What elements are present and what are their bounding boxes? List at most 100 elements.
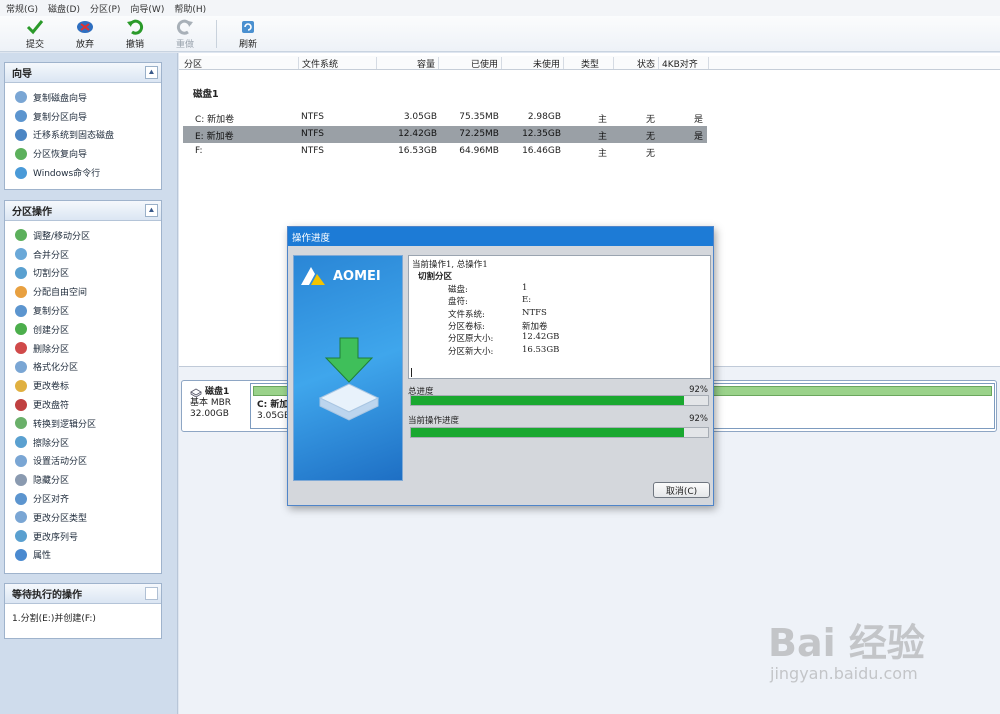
download-disk-icon bbox=[318, 337, 380, 421]
col-4k-align[interactable]: 4KB对齐 bbox=[659, 57, 709, 70]
pending-panel-header: 等待执行的操作 bbox=[5, 584, 161, 604]
log-value: 新加卷 bbox=[522, 321, 548, 332]
discard-button[interactable]: 放弃 bbox=[60, 16, 110, 52]
baidu-watermark-url: jingyan.baidu.com bbox=[770, 664, 918, 683]
split-icon bbox=[15, 266, 27, 279]
cell-status: 无 bbox=[646, 132, 656, 142]
op-label: 隐藏分区 bbox=[33, 476, 70, 487]
table-row[interactable]: F: NTFS 16.53GB 64.96MB 16.46GB 主 无 bbox=[183, 143, 707, 160]
serial-icon bbox=[15, 530, 27, 543]
refresh-button[interactable]: 刷新 bbox=[223, 16, 273, 52]
op-change-serial[interactable]: 更改序列号 bbox=[5, 527, 161, 546]
cancel-button[interactable]: 取消(C) bbox=[653, 482, 710, 498]
op-split[interactable]: 切割分区 bbox=[5, 264, 161, 283]
op-delete[interactable]: 删除分区 bbox=[5, 339, 161, 358]
commit-label: 提交 bbox=[25, 40, 44, 50]
redo-button[interactable]: 重做 bbox=[160, 16, 210, 52]
menu-help[interactable]: 帮助(H) bbox=[174, 2, 206, 15]
wizard-item-partition-recovery[interactable]: 分区恢复向导 bbox=[5, 144, 161, 163]
wizard-item-copy-partition[interactable]: 复制分区向导 bbox=[5, 107, 161, 126]
op-hide[interactable]: 隐藏分区 bbox=[5, 470, 161, 489]
collapse-icon[interactable] bbox=[145, 587, 158, 600]
op-format[interactable]: 格式化分区 bbox=[5, 358, 161, 377]
aomei-logo-icon bbox=[301, 267, 325, 285]
wizard-panel-header: 向导 ⯅ bbox=[5, 63, 161, 83]
col-filesystem[interactable]: 文件系统 bbox=[299, 57, 377, 70]
menu-partition[interactable]: 分区(P) bbox=[90, 2, 120, 15]
cell-type: 主 bbox=[598, 149, 608, 159]
cell-fs: NTFS bbox=[301, 146, 324, 156]
hide-icon bbox=[15, 473, 27, 486]
table-row-selected[interactable]: E: 新加卷 NTFS 12.42GB 72.25MB 12.35GB 主 无 … bbox=[183, 126, 707, 143]
op-wipe[interactable]: 擦除分区 bbox=[5, 433, 161, 452]
op-label: 格式化分区 bbox=[33, 363, 79, 374]
redo-icon bbox=[176, 19, 193, 35]
col-type[interactable]: 类型 bbox=[564, 57, 614, 70]
type-icon bbox=[15, 511, 27, 524]
pending-item[interactable]: 1.分割(E:)并创建(F:) bbox=[5, 604, 161, 624]
wizard-item-migrate-ssd[interactable]: 迁移系统到固态磁盘 bbox=[5, 126, 161, 145]
log-value: 12.42GB bbox=[522, 332, 560, 343]
collapse-icon[interactable]: ⯅ bbox=[145, 66, 158, 79]
op-resize-move[interactable]: 调整/移动分区 bbox=[5, 226, 161, 245]
disk-name: 磁盘1 bbox=[205, 387, 230, 397]
table-row[interactable]: C: 新加卷 NTFS 3.05GB 75.35MB 2.98GB 主 无 是 bbox=[183, 109, 707, 126]
op-allocate-free[interactable]: 分配自由空间 bbox=[5, 282, 161, 301]
op-label: 删除分区 bbox=[33, 344, 70, 355]
ops-panel-title: 分区操作 bbox=[12, 207, 52, 218]
partition-block-text: C: 新加 3.05GB bbox=[257, 400, 290, 422]
menu-general[interactable]: 常规(G) bbox=[6, 2, 38, 15]
op-label: 转换到逻辑分区 bbox=[33, 419, 97, 430]
properties-icon bbox=[15, 548, 27, 561]
op-align[interactable]: 分区对齐 bbox=[5, 489, 161, 508]
col-partition[interactable]: 分区 bbox=[181, 57, 299, 70]
wizard-panel-title: 向导 bbox=[12, 69, 32, 80]
undo-button[interactable]: 撤销 bbox=[110, 16, 160, 52]
toolbar: 提交 放弃 撤销 重做 刷新 bbox=[0, 16, 1000, 52]
col-used[interactable]: 已使用 bbox=[439, 57, 502, 70]
cell-capacity: 16.53GB bbox=[398, 146, 437, 156]
op-change-label[interactable]: 更改卷标 bbox=[5, 376, 161, 395]
op-change-type[interactable]: 更改分区类型 bbox=[5, 508, 161, 527]
wizard-item-label: Windows命令行 bbox=[33, 169, 101, 180]
op-change-letter[interactable]: 更改盘符 bbox=[5, 395, 161, 414]
disk-info: 磁盘1 基本 MBR 32.00GB bbox=[190, 387, 231, 420]
commit-button[interactable]: 提交 bbox=[10, 16, 60, 52]
menu-disk[interactable]: 磁盘(D) bbox=[48, 2, 80, 15]
op-label: 更改分区类型 bbox=[33, 513, 88, 524]
op-create[interactable]: 创建分区 bbox=[5, 320, 161, 339]
recovery-icon bbox=[15, 147, 27, 160]
col-capacity[interactable]: 容量 bbox=[377, 57, 439, 70]
wizard-item-windows-cmd[interactable]: Windows命令行 bbox=[5, 163, 161, 182]
op-label: 擦除分区 bbox=[33, 438, 70, 449]
current-progress-bar bbox=[410, 427, 709, 438]
menu-wizard[interactable]: 向导(W) bbox=[130, 2, 164, 15]
current-progress-percent: 92% bbox=[689, 414, 708, 424]
col-free[interactable]: 未使用 bbox=[502, 57, 564, 70]
op-copy-partition[interactable]: 复制分区 bbox=[5, 301, 161, 320]
partition-table-header: 分区 文件系统 容量 已使用 未使用 类型 状态 4KB对齐 bbox=[179, 56, 1000, 70]
op-label: 切割分区 bbox=[33, 269, 70, 280]
operation-log: 当前操作1, 总操作1 切割分区 磁盘: 1 盘符: E: 文件系统: NTFS 分区… bbox=[408, 255, 711, 379]
aomei-logo: AOMEI bbox=[299, 265, 381, 287]
sidebar: 向导 ⯅ 复制磁盘向导 复制分区向导 迁移系统到固态磁盘 分区恢复向导 Wind… bbox=[0, 53, 178, 714]
wizard-item-copy-disk[interactable]: 复制磁盘向导 bbox=[5, 88, 161, 107]
op-label: 更改盘符 bbox=[33, 401, 70, 412]
op-label: 调整/移动分区 bbox=[33, 231, 91, 242]
op-convert-logical[interactable]: 转换到逻辑分区 bbox=[5, 414, 161, 433]
wizard-item-label: 分区恢复向导 bbox=[33, 150, 88, 161]
disk-copy-icon bbox=[15, 91, 27, 104]
log-kv-row: 分区原大小: 12.42GB bbox=[412, 332, 707, 344]
op-set-active[interactable]: 设置活动分区 bbox=[5, 452, 161, 471]
op-properties[interactable]: 属性 bbox=[5, 546, 161, 565]
redo-label: 重做 bbox=[175, 40, 194, 50]
wipe-icon bbox=[15, 436, 27, 449]
resize-icon bbox=[15, 229, 27, 242]
collapse-icon[interactable]: ⯅ bbox=[145, 204, 158, 217]
allocate-icon bbox=[15, 285, 27, 298]
discard-label: 放弃 bbox=[75, 40, 94, 50]
op-label: 设置活动分区 bbox=[33, 457, 88, 468]
undo-icon bbox=[127, 19, 144, 35]
op-merge[interactable]: 合并分区 bbox=[5, 245, 161, 264]
col-status[interactable]: 状态 bbox=[614, 57, 659, 70]
